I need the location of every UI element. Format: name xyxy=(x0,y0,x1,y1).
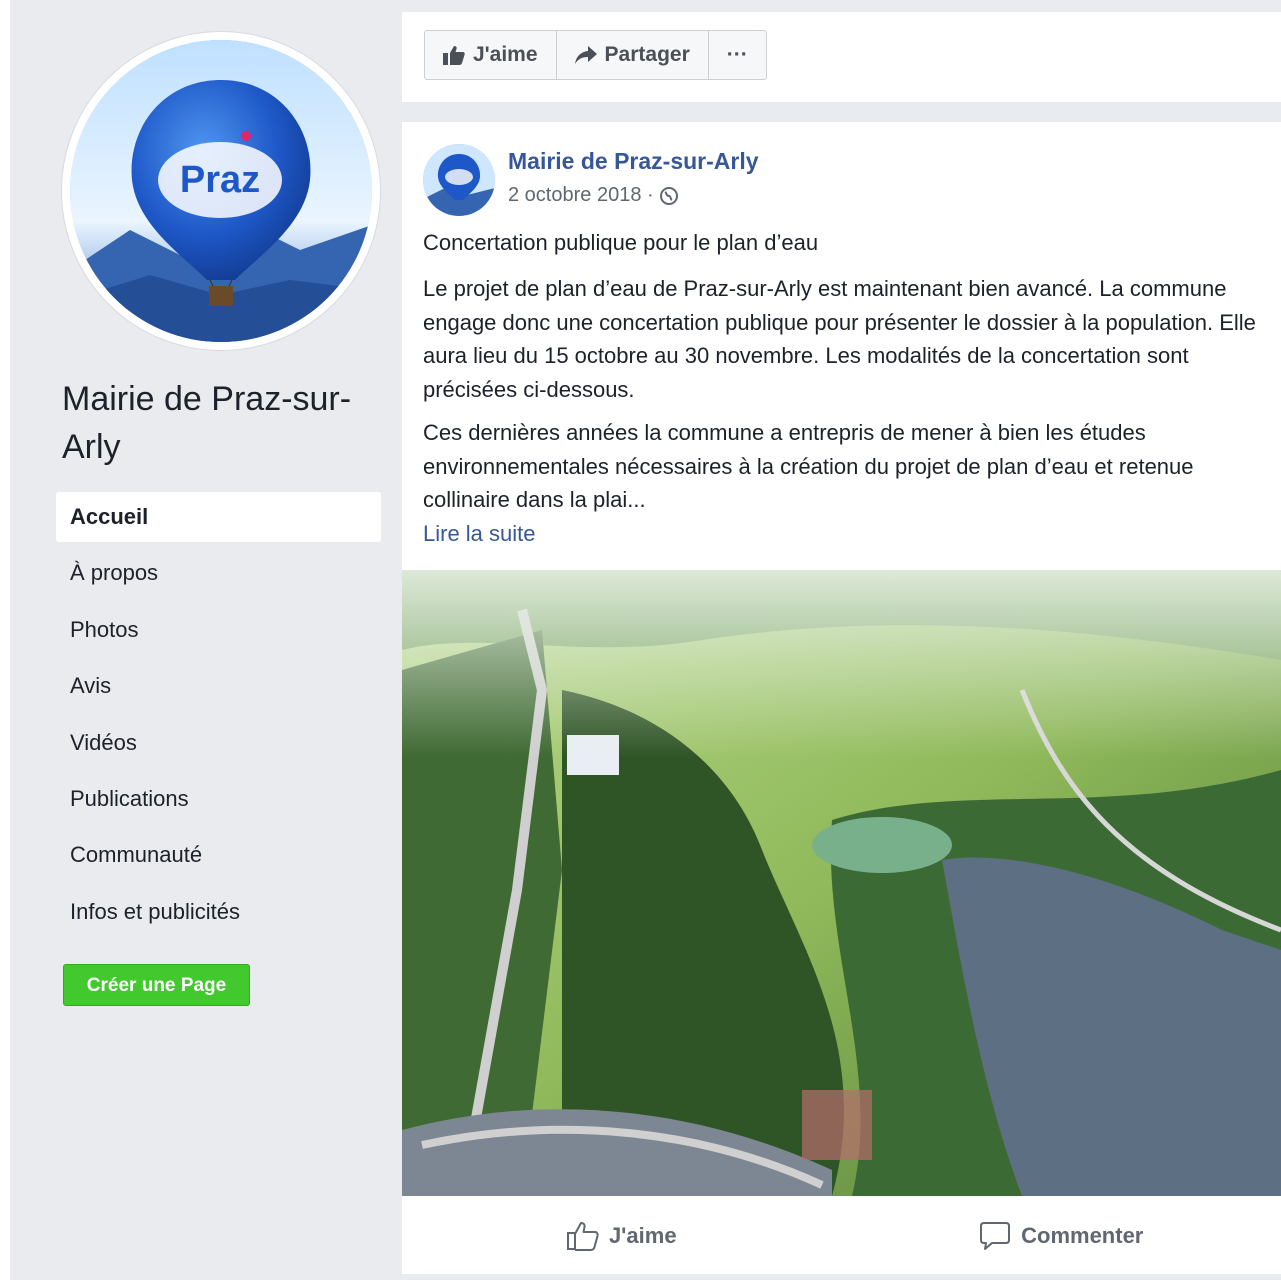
thumbs-up-outline-icon xyxy=(566,1222,599,1251)
create-page-button[interactable]: Créer une Page xyxy=(63,964,250,1006)
page-action-buttons: J'aime Partager ··· xyxy=(424,30,767,80)
page-title: Mairie de Praz-sur-Arly xyxy=(62,380,352,466)
page-action-bar: J'aime Partager ··· xyxy=(402,12,1281,102)
post-comment-label: Commenter xyxy=(1021,1223,1144,1248)
balloon-thumbnail xyxy=(423,144,495,216)
post-comment-button[interactable]: Commenter xyxy=(842,1206,1281,1266)
balloon-illustration: Praz xyxy=(70,40,372,342)
more-options-label: ··· xyxy=(726,43,748,66)
left-margin xyxy=(0,0,10,1280)
post-date[interactable]: 2 octobre 2018 · xyxy=(508,184,654,207)
nav-item-photos[interactable]: Photos xyxy=(56,605,381,655)
nav-item-videos[interactable]: Vidéos xyxy=(56,718,381,768)
post-text: Le projet de plan d’eau de Praz-sur-Arly… xyxy=(423,272,1263,550)
post-headline: Concertation publique pour le plan d’eau xyxy=(423,230,819,255)
page-share-label: Partager xyxy=(604,43,690,66)
post-like-button[interactable]: J'aime xyxy=(402,1206,842,1266)
share-arrow-icon xyxy=(574,46,597,64)
hot-air-balloon-image: Praz xyxy=(70,40,372,342)
nav-item-communaute[interactable]: Communauté xyxy=(56,830,381,880)
globe-icon xyxy=(659,186,678,205)
nav-item-infos-publicites[interactable]: Infos et publicités xyxy=(56,887,381,937)
post-paragraph-2: Ces dernières années la commune a entrep… xyxy=(423,420,1194,512)
post-meta: 2 octobre 2018 · xyxy=(508,184,678,207)
nav-item-a-propos[interactable]: À propos xyxy=(56,548,381,598)
post-like-label: J'aime xyxy=(608,1223,677,1248)
thumbs-up-icon xyxy=(443,46,465,65)
page-like-button[interactable]: J'aime xyxy=(425,31,557,79)
page-navigation: Accueil À propos Photos Avis Vidéos Publ… xyxy=(56,492,381,943)
post-divider xyxy=(402,1274,1281,1280)
post-author-link[interactable]: Mairie de Praz-sur-Arly xyxy=(508,148,759,175)
post-author-avatar[interactable] xyxy=(423,144,495,216)
page-like-label: J'aime xyxy=(473,43,538,66)
post-paragraph-1: Le projet de plan d’eau de Praz-sur-Arly… xyxy=(423,276,1256,402)
more-options-button[interactable]: ··· xyxy=(709,31,766,79)
read-more-link[interactable]: Lire la suite xyxy=(423,517,1263,551)
nav-item-avis[interactable]: Avis xyxy=(56,661,381,711)
aerial-village-photo xyxy=(402,570,1281,1196)
nav-item-publications[interactable]: Publications xyxy=(56,774,381,824)
profile-avatar[interactable]: Praz xyxy=(62,32,380,350)
svg-text:Praz: Praz xyxy=(180,159,260,201)
post-photo[interactable] xyxy=(402,570,1281,1196)
comment-bubble-icon xyxy=(980,1222,1011,1250)
page-share-button[interactable]: Partager xyxy=(557,31,709,79)
nav-item-accueil[interactable]: Accueil xyxy=(56,492,381,542)
post-actions: J'aime Commenter xyxy=(402,1206,1281,1266)
post-card: Mairie de Praz-sur-Arly 2 octobre 2018 ·… xyxy=(402,122,1281,1280)
